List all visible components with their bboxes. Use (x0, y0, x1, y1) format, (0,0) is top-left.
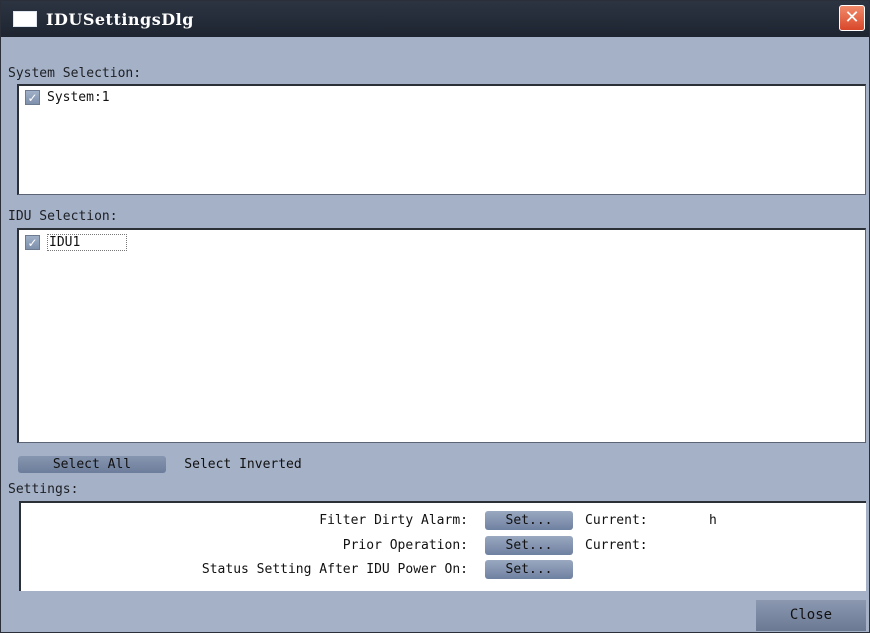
filter-dirty-alarm-current-label: Current: (585, 513, 648, 528)
system-list-item[interactable]: ✓ System:1 (25, 90, 110, 105)
idu-selection-label: IDU Selection: (8, 209, 118, 224)
close-window-button[interactable]: ✕ (839, 5, 865, 31)
settings-panel: Filter Dirty Alarm: Set... Current: h Pr… (19, 501, 866, 591)
filter-dirty-alarm-unit: h (709, 513, 717, 528)
checkmark-icon: ✓ (27, 90, 38, 105)
status-after-power-on-set-button[interactable]: Set... (485, 560, 573, 579)
system-listbox[interactable]: ✓ System:1 (17, 84, 866, 195)
system-checkbox[interactable]: ✓ (25, 90, 40, 105)
idu-listbox[interactable]: ✓ IDU1 (17, 228, 866, 443)
idu-item-label: IDU1 (47, 234, 128, 251)
prior-operation-set-button[interactable]: Set... (485, 536, 573, 555)
system-selection-label: System Selection: (8, 66, 142, 81)
checkmark-icon: ✓ (27, 235, 38, 250)
status-after-power-on-label: Status Setting After IDU Power On: (201, 562, 468, 577)
idu-list-item[interactable]: ✓ IDU1 (25, 234, 128, 251)
idu-checkbox[interactable]: ✓ (25, 235, 40, 250)
filter-dirty-alarm-set-button[interactable]: Set... (485, 511, 573, 530)
prior-operation-label: Prior Operation: (342, 538, 468, 553)
filter-dirty-alarm-label: Filter Dirty Alarm: (319, 513, 468, 528)
close-button[interactable]: Close (756, 600, 866, 631)
window-title: IDUSettingsDlg (46, 9, 194, 29)
dialog-window: IDUSettingsDlg ✕ System Selection: ✓ Sys… (0, 0, 870, 633)
title-bar[interactable]: IDUSettingsDlg ✕ (1, 1, 869, 37)
close-icon: ✕ (844, 7, 860, 28)
settings-label: Settings: (8, 482, 79, 497)
select-inverted-button[interactable]: Select Inverted (175, 456, 311, 473)
select-all-button[interactable]: Select All (18, 456, 166, 473)
prior-operation-current-label: Current: (585, 538, 648, 553)
system-item-label: System:1 (47, 90, 110, 105)
window-icon (13, 11, 37, 27)
